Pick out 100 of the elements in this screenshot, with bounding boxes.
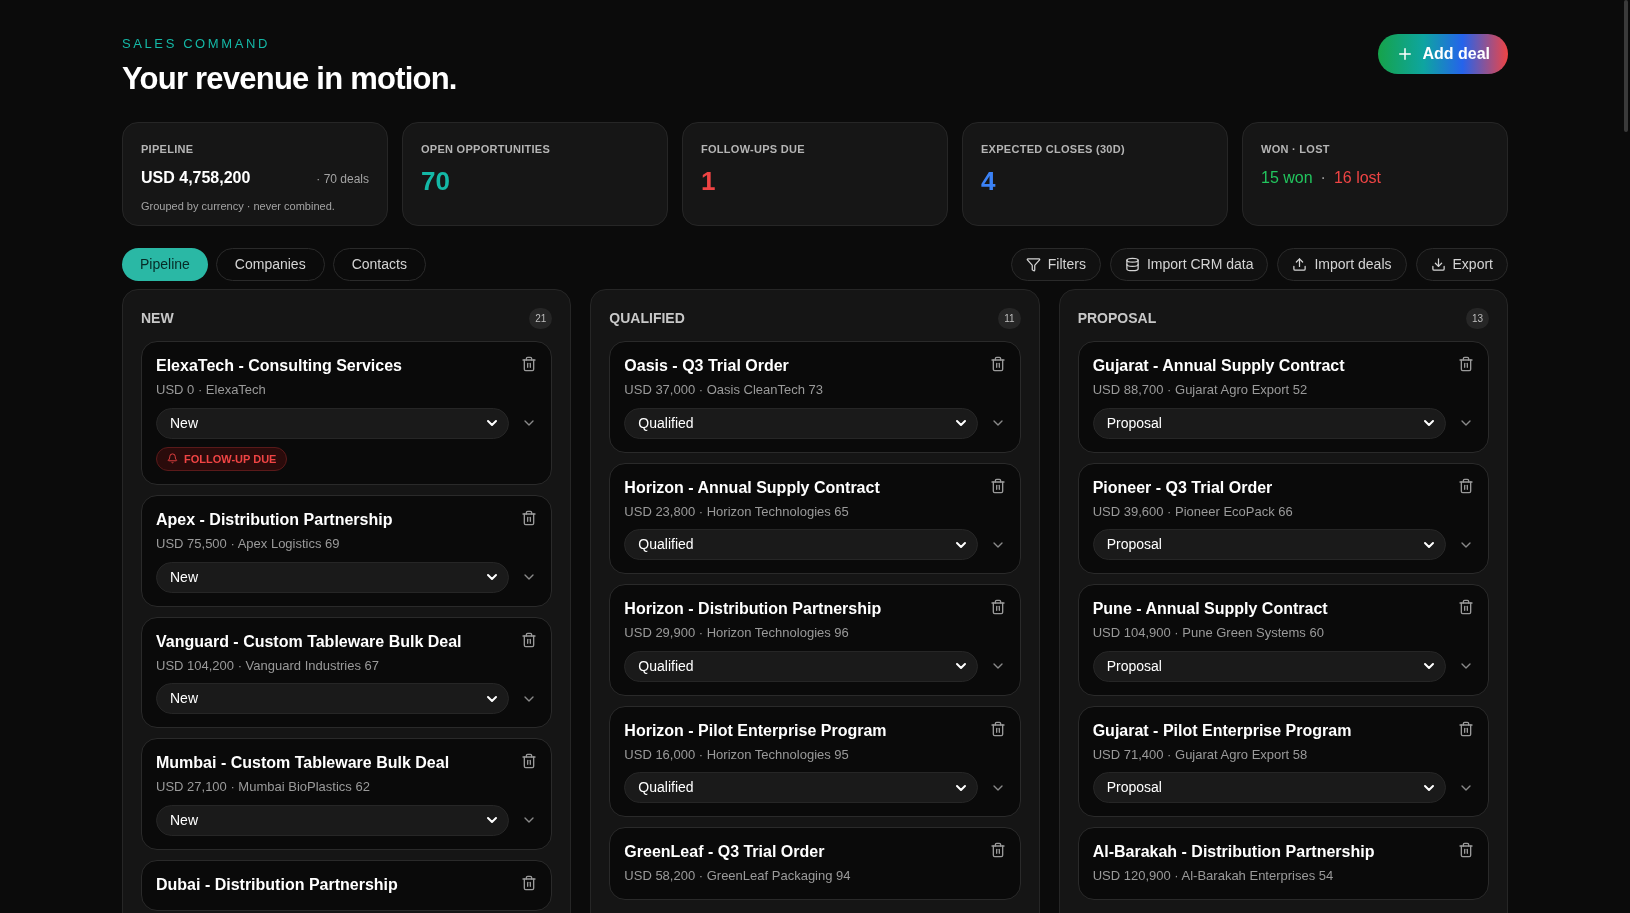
- deal-meta: USD 23,800 · Horizon Technologies 65: [624, 502, 849, 521]
- deal-title: Apex - Distribution Partnership: [156, 510, 393, 530]
- upload-icon: [1292, 257, 1308, 272]
- deal-meta: USD 120,900 · Al-Barakah Enterprises 54: [1092, 867, 1334, 885]
- stat-value: 4: [981, 164, 996, 198]
- delete-icon[interactable]: [521, 753, 538, 769]
- deal-card[interactable]: Horizon - Annual Supply Contract USD 23,800 · Horizon Technologies 65 Qualified: [609, 462, 1021, 574]
- stat-value: 70: [421, 164, 450, 198]
- deal-title: Pioneer - Q3 Trial Order: [1092, 477, 1273, 498]
- delete-icon[interactable]: [521, 510, 538, 526]
- add-deal-button[interactable]: Add deal: [1378, 34, 1508, 74]
- deal-meta: USD 58,200 · GreenLeaf Packaging 94: [624, 867, 851, 885]
- delete-icon[interactable]: [521, 631, 538, 648]
- deal-meta: USD 27,100 · Mumbai BioPlastics 62: [156, 778, 370, 796]
- column-count: 21: [529, 308, 553, 329]
- stage-select[interactable]: Qualified: [624, 650, 978, 682]
- eyebrow-label: SALES COMMAND: [122, 35, 271, 53]
- delete-icon[interactable]: [989, 720, 1006, 737]
- deal-card[interactable]: Pioneer - Q3 Trial Order USD 39,600 · Pioneer EcoPack 66 Proposal: [1077, 462, 1489, 574]
- bell-icon: [167, 453, 178, 465]
- stat-label: WON · LOST: [1261, 142, 1331, 157]
- deal-card[interactable]: ElexaTech - Consulting Services USD 0 · ElexaTech New FOLLOW-UP DUE: [141, 341, 553, 485]
- filter-icon: [1025, 257, 1041, 272]
- scrollbar-thumb[interactable]: [1624, 0, 1628, 132]
- delete-icon[interactable]: [1458, 356, 1474, 372]
- lost-count: 16 lost: [1333, 167, 1382, 188]
- delete-icon[interactable]: [1458, 477, 1474, 494]
- deal-card[interactable]: GreenLeaf - Q3 Trial Order USD 58,200 · GreenLeaf Packaging 94: [609, 827, 1021, 900]
- deal-meta: USD 16,000 · Horizon Technologies 95: [624, 745, 849, 764]
- deal-card[interactable]: Al-Barakah - Distribution Partnership USD 120,900 · Al-Barakah Enterprises 54: [1077, 827, 1489, 900]
- stat-label: PIPELINE: [141, 142, 195, 157]
- deal-title: ElexaTech - Consulting Services: [156, 356, 402, 376]
- deal-title: Pune - Annual Supply Contract: [1092, 599, 1328, 619]
- stat-label: FOLLOW-UPS DUE: [701, 142, 806, 157]
- deal-card[interactable]: Oasis - Q3 Trial Order USD 37,000 · Oasis CleanTech 73 Qualified: [609, 341, 1021, 453]
- deal-title: Oasis - Q3 Trial Order: [624, 356, 789, 376]
- deal-meta: USD 88,700 · Gujarat Agro Export 52: [1092, 381, 1308, 399]
- stage-select[interactable]: Proposal: [1092, 772, 1446, 803]
- stage-select[interactable]: Qualified: [624, 407, 978, 439]
- stage-select[interactable]: Proposal: [1092, 529, 1446, 560]
- delete-icon[interactable]: [521, 356, 538, 372]
- deal-title: Vanguard - Custom Tableware Bulk Deal: [156, 631, 462, 652]
- deal-card[interactable]: Gujarat - Annual Supply Contract USD 88,700 · Gujarat Agro Export 52 Proposal: [1077, 341, 1489, 453]
- deal-card[interactable]: Mumbai - Custom Tableware Bulk Deal USD 27,100 · Mumbai BioPlastics 62 New: [141, 738, 553, 850]
- stat-label: OPEN OPPORTUNITIES: [421, 142, 552, 157]
- delete-icon[interactable]: [1458, 842, 1474, 858]
- deal-card[interactable]: Dubai - Distribution Partnership: [141, 859, 553, 911]
- stage-select[interactable]: New: [156, 561, 510, 593]
- stage-select[interactable]: New: [156, 683, 510, 714]
- deal-card[interactable]: Horizon - Pilot Enterprise Program USD 16,000 · Horizon Technologies 95 Qualified: [609, 705, 1021, 817]
- deal-title: Dubai - Distribution Partnership: [156, 874, 398, 895]
- deal-title: GreenLeaf - Q3 Trial Order: [624, 842, 825, 862]
- column-count: 13: [1465, 308, 1489, 329]
- deal-card[interactable]: Horizon - Distribution Partnership USD 29,900 · Horizon Technologies 96 Qualified: [609, 584, 1021, 696]
- stage-select[interactable]: Proposal: [1092, 407, 1446, 439]
- follow-up-badge: FOLLOW-UP DUE: [156, 446, 288, 471]
- stage-select[interactable]: Qualified: [624, 529, 978, 560]
- deal-count: · 70 deals: [316, 170, 369, 188]
- deal-title: Al-Barakah - Distribution Partnership: [1092, 842, 1375, 862]
- stat-label: EXPECTED CLOSES (30D): [981, 142, 1126, 157]
- deal-title: Gujarat - Pilot Enterprise Program: [1092, 720, 1352, 741]
- deal-meta: USD 104,200 · Vanguard Industries 67: [156, 656, 380, 675]
- deal-meta: USD 29,900 · Horizon Technologies 96: [624, 624, 849, 642]
- toolbar-button[interactable]: Import deals: [1277, 248, 1407, 281]
- deal-card[interactable]: Vanguard - Custom Tableware Bulk Deal USD 104,200 · Vanguard Industries 67 New: [141, 616, 553, 728]
- column-title: PROPOSAL: [1077, 309, 1157, 328]
- delete-icon[interactable]: [989, 356, 1006, 372]
- column-title: NEW: [141, 309, 174, 328]
- delete-icon[interactable]: [1458, 720, 1474, 737]
- toolbar-button[interactable]: Export: [1415, 248, 1508, 281]
- deal-title: Horizon - Annual Supply Contract: [624, 477, 880, 498]
- delete-icon[interactable]: [989, 477, 1006, 494]
- download-icon: [1430, 257, 1446, 272]
- toolbar-button[interactable]: Filters: [1010, 248, 1101, 281]
- column-count: 11: [998, 308, 1021, 329]
- stage-select[interactable]: New: [156, 407, 510, 439]
- won-count: 15 won: [1261, 167, 1313, 188]
- stage-select[interactable]: New: [156, 804, 510, 836]
- delete-icon[interactable]: [521, 874, 538, 891]
- deal-card[interactable]: Pune - Annual Supply Contract USD 104,900 · Pune Green Systems 60 Proposal: [1077, 584, 1489, 696]
- deal-card[interactable]: Apex - Distribution Partnership USD 75,500 · Apex Logistics 69 New: [141, 495, 553, 607]
- delete-icon[interactable]: [989, 599, 1006, 615]
- deal-meta: USD 71,400 · Gujarat Agro Export 58: [1092, 745, 1308, 764]
- deal-card[interactable]: Gujarat - Pilot Enterprise Program USD 71,400 · Gujarat Agro Export 58 Proposal: [1077, 705, 1489, 817]
- toolbar-button[interactable]: Import CRM data: [1109, 248, 1269, 281]
- pipeline-note: Grouped by currency · never combined.: [141, 198, 336, 214]
- page-title: Your revenue in motion.: [122, 59, 457, 98]
- deal-title: Gujarat - Annual Supply Contract: [1092, 356, 1345, 376]
- pipeline-value: USD 4,758,200: [141, 167, 251, 188]
- stage-select[interactable]: Qualified: [624, 772, 978, 803]
- separator-dot: ·: [1320, 167, 1326, 188]
- deal-title: Horizon - Pilot Enterprise Program: [624, 720, 887, 741]
- tab[interactable]: Pipeline: [122, 248, 208, 281]
- stage-select[interactable]: Proposal: [1092, 650, 1446, 682]
- column-title: QUALIFIED: [609, 309, 685, 328]
- deal-meta: USD 0 · ElexaTech: [156, 381, 266, 399]
- deal-title: Mumbai - Custom Tableware Bulk Deal: [156, 753, 450, 773]
- delete-icon[interactable]: [989, 842, 1006, 858]
- delete-icon[interactable]: [1458, 599, 1474, 615]
- deal-title: Horizon - Distribution Partnership: [624, 599, 882, 619]
